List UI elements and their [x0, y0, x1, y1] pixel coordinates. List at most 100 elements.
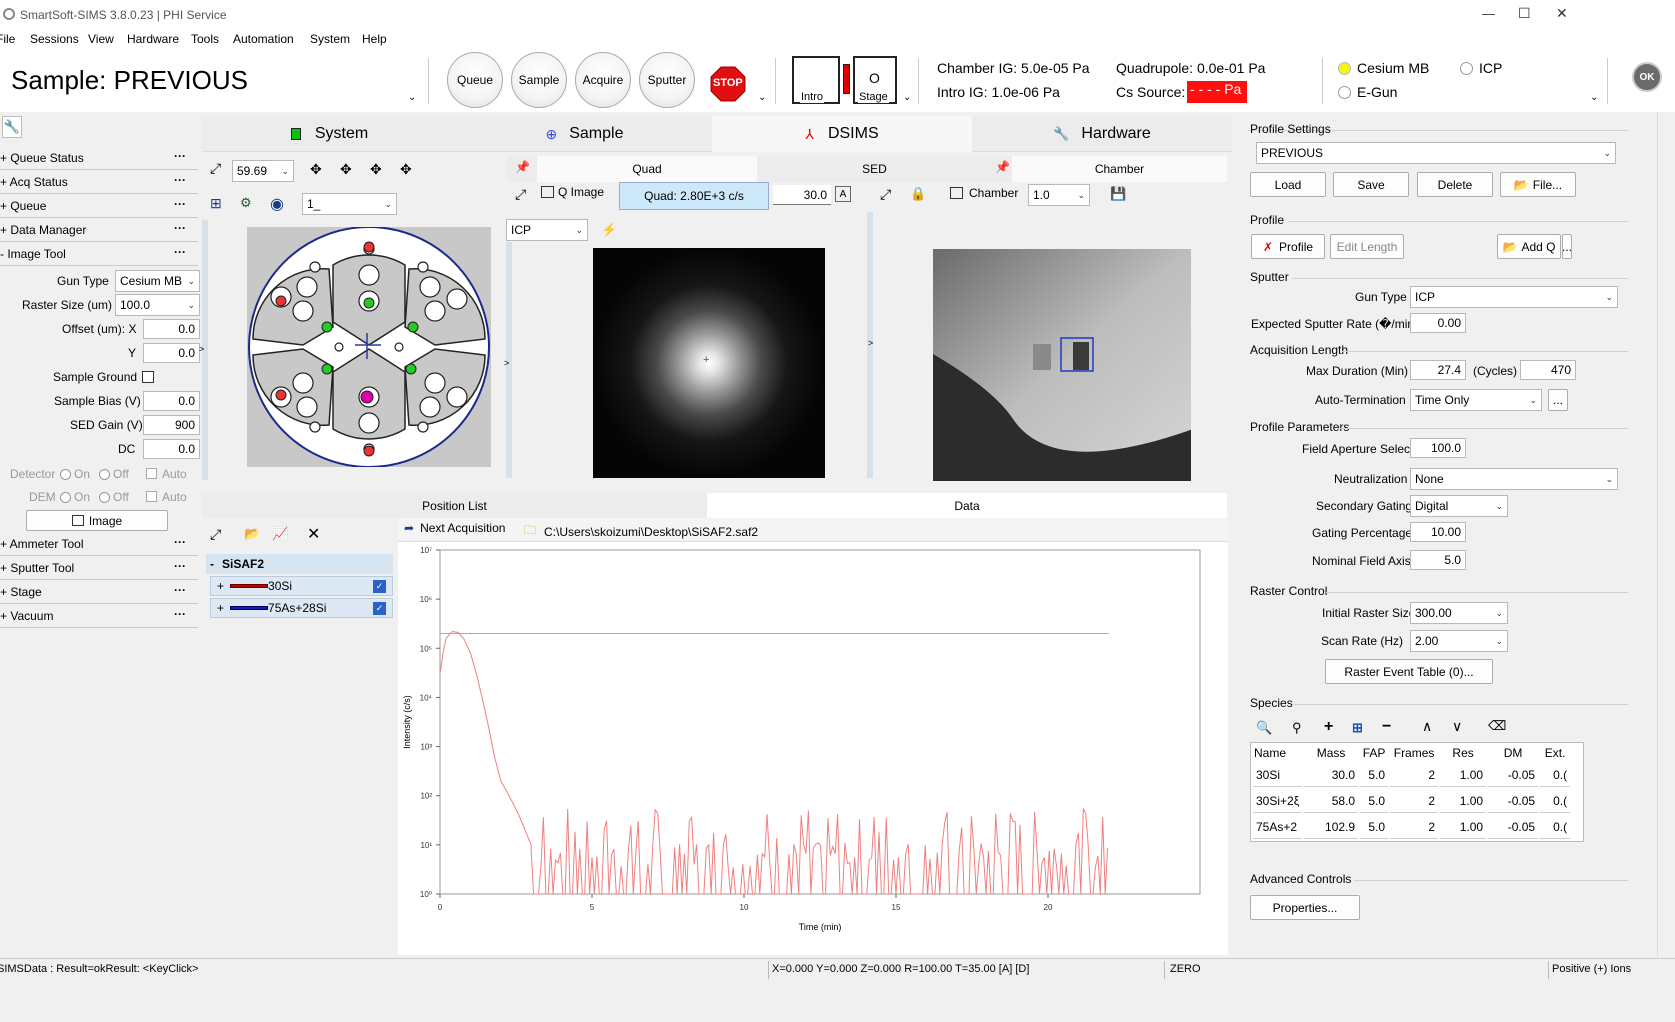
tab-system[interactable]: System: [202, 116, 457, 152]
tab-data[interactable]: Data: [707, 493, 1227, 518]
chevron-right-icon[interactable]: >: [504, 358, 509, 368]
search-add-icon[interactable]: ⚲: [1292, 720, 1302, 736]
add-q-button[interactable]: 📂 Add Q: [1497, 234, 1561, 259]
dc-input[interactable]: 0.0: [143, 439, 200, 459]
periodic-table-icon[interactable]: 🔍: [1256, 720, 1272, 736]
sed-gain-input[interactable]: 900: [143, 415, 200, 435]
chamber-toggle[interactable]: Chamber: [950, 186, 1018, 200]
tab-chamber[interactable]: Chamber: [1012, 156, 1227, 182]
menu-system[interactable]: System: [310, 32, 350, 46]
expand-icon[interactable]: ⤢: [880, 186, 891, 203]
tab-next-acquisition[interactable]: ➦ Next Acquisition: [404, 521, 505, 535]
dem-on-radio[interactable]: [60, 492, 71, 503]
chart-edit-icon[interactable]: 📈: [272, 526, 288, 542]
species-cell[interactable]: 1.00: [1440, 815, 1487, 839]
pin-icon[interactable]: 📌: [995, 160, 1010, 174]
tab-sample[interactable]: ⊕ Sample: [457, 116, 712, 152]
menu-hardware[interactable]: Hardware: [127, 32, 179, 46]
auto-termination-select[interactable]: Time Only ⌄: [1410, 389, 1542, 411]
acquire-button[interactable]: Acquire: [575, 52, 631, 108]
edit-length-button[interactable]: Edit Length: [1330, 234, 1404, 259]
ok-status-button[interactable]: OK: [1632, 62, 1662, 92]
detector-on-radio[interactable]: [60, 469, 71, 480]
menu-help[interactable]: Help: [362, 32, 387, 46]
sidebar-item-queue[interactable]: + Queue ···: [0, 194, 198, 218]
secondary-gating-select[interactable]: Digital ⌄: [1410, 495, 1508, 517]
chamber-image[interactable]: [933, 249, 1191, 481]
insert-species-icon[interactable]: ⊞: [1352, 720, 1363, 736]
pin-icon[interactable]: 📌: [515, 160, 530, 174]
col-res[interactable]: Res: [1440, 745, 1486, 761]
species-cell[interactable]: 5.0: [1360, 815, 1389, 839]
cycles-input[interactable]: 470: [1520, 360, 1576, 380]
close-icon[interactable]: ✕: [307, 524, 320, 544]
fit-view-icon[interactable]: ⊞: [210, 195, 222, 212]
add-species-icon[interactable]: +: [1324, 718, 1333, 736]
source-icp-label[interactable]: ICP: [1479, 60, 1502, 76]
raster-event-table-button[interactable]: Raster Event Table (0)...: [1325, 659, 1493, 684]
scan-rate-select[interactable]: 2.00 ⌄: [1410, 630, 1508, 652]
chamber-zoom-select[interactable]: 1.0 ⌄: [1028, 184, 1090, 206]
close-button[interactable]: ✕: [1556, 5, 1568, 22]
source-dropdown-icon[interactable]: ⌄: [1590, 92, 1598, 103]
load-button[interactable]: Load: [1250, 172, 1326, 197]
sidebar-item-acq-status[interactable]: + Acq Status ···: [0, 170, 198, 194]
detector-off-radio[interactable]: [99, 469, 110, 480]
species-cell[interactable]: 58.0: [1304, 789, 1359, 813]
source-egun-label[interactable]: E-Gun: [1357, 84, 1397, 100]
dem-auto-checkbox[interactable]: [146, 491, 157, 502]
dem-off-radio[interactable]: [99, 492, 110, 503]
lock-icon[interactable]: 🔒: [910, 186, 926, 202]
tab-quad[interactable]: Quad: [537, 156, 757, 182]
detector-auto-checkbox[interactable]: [146, 468, 157, 479]
tab-hardware[interactable]: 🔧 Hardware: [972, 116, 1232, 152]
col-mass[interactable]: Mass: [1304, 745, 1358, 761]
species-cell[interactable]: -0.05: [1488, 763, 1539, 787]
quad-source-select[interactable]: ICP ⌄: [506, 219, 588, 241]
queue-button[interactable]: Queue: [447, 52, 503, 108]
sidebar-item-stage[interactable]: + Stage ···: [0, 580, 198, 604]
position-select[interactable]: 1_ ⌄: [302, 193, 397, 215]
signal-icon[interactable]: ⚡: [601, 222, 617, 238]
tab-dsims[interactable]: ⅄ DSIMS: [712, 116, 972, 152]
initial-raster-select[interactable]: 300.00 ⌄: [1410, 602, 1508, 624]
col-dm[interactable]: DM: [1488, 745, 1538, 761]
field-aperture-input[interactable]: 100.0: [1410, 438, 1466, 458]
expand-icon[interactable]: ⤢: [210, 160, 221, 177]
offset-x-input[interactable]: 0.0: [143, 319, 200, 339]
source-cesium-label[interactable]: Cesium MB: [1357, 60, 1429, 76]
sample-button[interactable]: Sample: [511, 52, 567, 108]
sputter-rate-input[interactable]: 0.00: [1410, 313, 1466, 333]
sample-title-dropdown-icon[interactable]: ⌄: [408, 92, 416, 103]
col-fap[interactable]: FAP: [1360, 745, 1388, 761]
save-button[interactable]: Save: [1333, 172, 1409, 197]
open-folder-icon[interactable]: 📂: [244, 526, 260, 542]
species-cell[interactable]: -0.05: [1488, 789, 1539, 813]
zoom-select[interactable]: 59.69 ⌄: [232, 160, 294, 182]
properties-button[interactable]: Properties...: [1250, 895, 1360, 920]
stop-button[interactable]: STOP: [710, 66, 746, 102]
species-cell[interactable]: 1.00: [1440, 763, 1487, 787]
profile-button[interactable]: ✗ Profile: [1251, 234, 1325, 259]
species-cell[interactable]: 0.(: [1540, 763, 1571, 787]
tab-data-file[interactable]: 🗀 C:\Users\skoizumi\Desktop\SiSAF2.saf2: [524, 521, 758, 542]
menu-sessions[interactable]: Sessions: [30, 32, 79, 46]
menu-file[interactable]: File: [0, 32, 15, 46]
auto-termination-more-button[interactable]: ...: [1548, 389, 1568, 411]
max-duration-input[interactable]: 27.4: [1410, 360, 1466, 380]
move-dash-icon[interactable]: ✥: [400, 161, 412, 178]
offset-y-input[interactable]: 0.0: [143, 343, 200, 363]
menu-view[interactable]: View: [88, 32, 114, 46]
raster-size-select[interactable]: 100.0 ⌄: [115, 294, 200, 316]
species-cell[interactable]: 30Si: [1253, 763, 1303, 787]
col-frames[interactable]: Frames: [1390, 745, 1438, 761]
profile-select[interactable]: PREVIOUS ⌄: [1256, 142, 1616, 164]
species-row[interactable]: 75As+2 102.9 5.0 2 1.00 -0.05 0.(: [1253, 815, 1571, 839]
sidebar-item-ammeter-tool[interactable]: + Ammeter Tool ···: [0, 532, 198, 556]
sputter-button[interactable]: Sputter: [639, 52, 695, 108]
col-ext[interactable]: Ext.: [1540, 745, 1570, 761]
species-cell[interactable]: 2: [1390, 815, 1439, 839]
auto-scale-icon[interactable]: A: [835, 186, 851, 202]
species-cell[interactable]: 1.00: [1440, 789, 1487, 813]
globe-nav-icon[interactable]: ◉: [270, 194, 284, 214]
